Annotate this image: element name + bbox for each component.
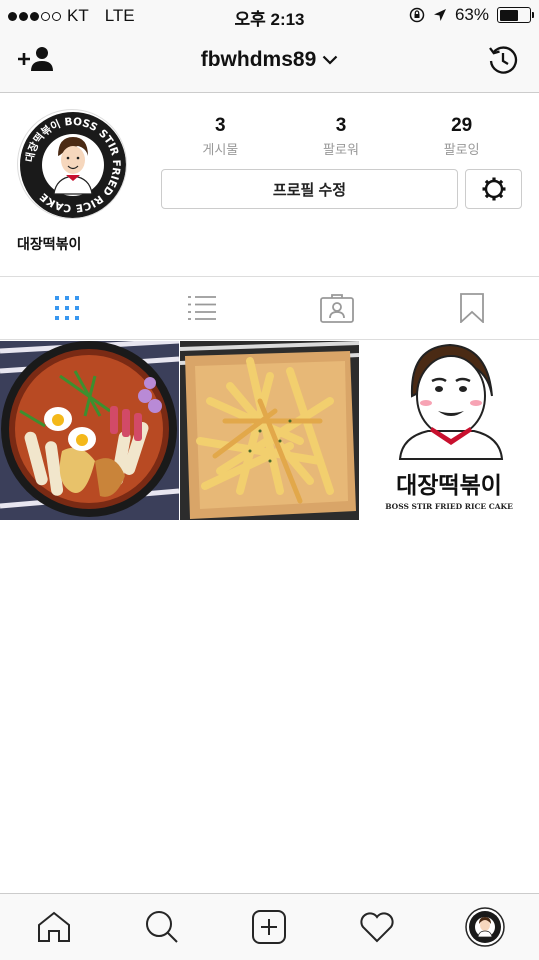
following-count[interactable]: 29 팔로잉 — [407, 115, 517, 158]
profile-avatar[interactable]: 대장떡볶이 BOSS STIR FRIED RICE CAKE — [17, 109, 127, 219]
profile-view-tabs — [0, 276, 539, 340]
activity-tab[interactable] — [347, 897, 407, 957]
settings-button[interactable] — [465, 169, 522, 209]
grid-icon — [55, 296, 80, 320]
username-dropdown[interactable]: fbwhdms89 — [0, 48, 539, 72]
stat-value: 29 — [451, 115, 473, 136]
stat-label: 팔로워 — [323, 142, 359, 157]
stat-label: 게시물 — [202, 142, 239, 157]
heart-icon — [360, 912, 394, 943]
edit-profile-button[interactable]: 프로필 수정 — [161, 169, 458, 209]
location-arrow-icon — [433, 9, 446, 21]
status-bar: KT LTE 오후 2:13 63% — [0, 0, 539, 30]
profile-avatar-icon — [465, 907, 505, 947]
home-tab[interactable] — [24, 897, 84, 957]
new-post-tab[interactable] — [239, 897, 299, 957]
post-grid: 대장떡볶이 BOSS STIR FRIED RICE CAKE — [0, 341, 539, 520]
rotation-lock-icon — [409, 7, 425, 23]
history-icon[interactable] — [487, 44, 519, 76]
fries-photo — [180, 341, 359, 520]
post-thumbnail-logo[interactable]: 대장떡볶이 BOSS STIR FRIED RICE CAKE — [360, 341, 539, 520]
profile-tab[interactable] — [455, 897, 515, 957]
stat-label: 팔로잉 — [443, 142, 480, 157]
post-thumbnail-fries[interactable] — [180, 341, 359, 520]
profile-stats: 3 게시물 3 팔로워 29 팔로잉 — [160, 115, 522, 158]
status-right: 63% — [409, 5, 534, 25]
tab-tagged[interactable] — [270, 277, 405, 339]
chevron-down-icon — [322, 55, 338, 65]
profile-section: 대장떡볶이 BOSS STIR FRIED RICE CAKE 3 게시물 3 팔로… — [0, 93, 539, 276]
username-label: fbwhdms89 — [200, 48, 317, 71]
stat-value: 3 — [335, 115, 347, 136]
list-icon — [188, 296, 217, 320]
battery-percent: 63% — [454, 5, 489, 24]
battery-icon — [497, 7, 534, 23]
followers-count[interactable]: 3 팔로워 — [286, 115, 396, 158]
tab-list[interactable] — [135, 277, 270, 339]
posts-count[interactable]: 3 게시물 — [165, 115, 275, 158]
tagged-person-icon — [319, 294, 354, 323]
add-post-icon — [252, 910, 287, 944]
gear-icon — [482, 177, 505, 201]
home-icon — [37, 911, 70, 942]
search-tab[interactable] — [132, 897, 192, 957]
profile-name: 대장떡볶이 — [17, 236, 82, 252]
brand-chef-logo: 대장떡볶이 BOSS STIR FRIED RICE CAKE — [385, 343, 513, 511]
bookmark-icon — [459, 293, 484, 323]
tab-grid[interactable] — [0, 277, 135, 339]
stat-value: 3 — [215, 115, 226, 136]
post-thumbnail-tteokbokki[interactable] — [0, 341, 179, 520]
brand-logo-icon: 대장떡볶이 BOSS STIR FRIED RICE CAKE — [20, 112, 126, 218]
search-icon — [145, 911, 178, 943]
brand-name-korean: 대장떡볶이 — [396, 473, 502, 499]
profile-header: fbwhdms89 — [0, 30, 539, 93]
tab-saved[interactable] — [404, 277, 539, 339]
brand-name-english: BOSS STIR FRIED RICE CAKE — [385, 502, 513, 511]
bottom-tab-bar — [0, 893, 539, 960]
tteokbokki-photo — [0, 341, 179, 520]
